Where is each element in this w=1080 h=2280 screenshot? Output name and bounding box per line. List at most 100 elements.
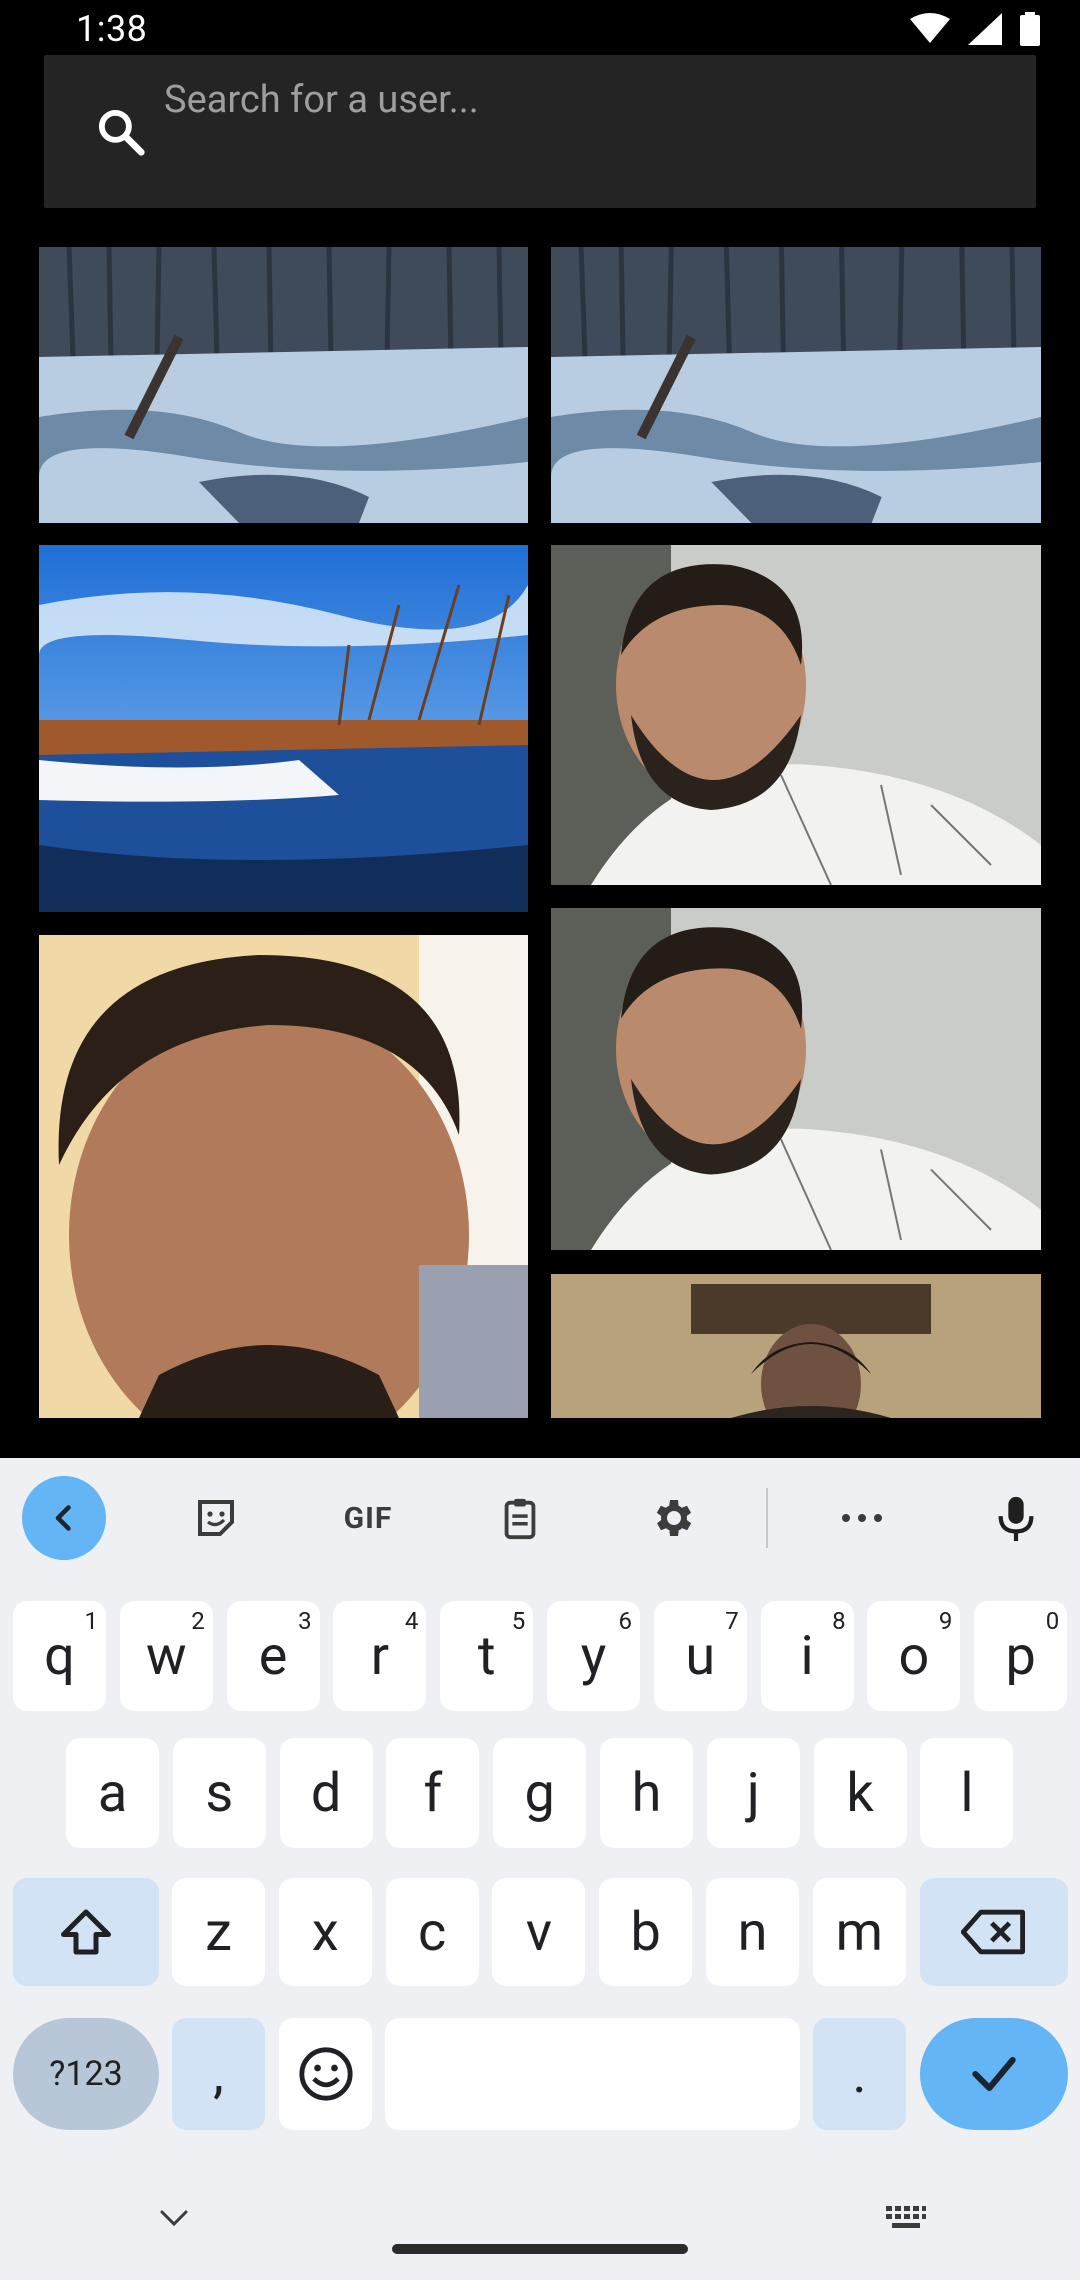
period-key[interactable]: .	[813, 2018, 906, 2130]
key-hint: 5	[511, 1607, 526, 1635]
home-indicator[interactable]	[392, 2244, 688, 2254]
winter-forest-image	[39, 247, 528, 523]
winter-forest-image	[551, 247, 1041, 523]
key-i[interactable]: i8	[760, 1601, 854, 1711]
shift-key[interactable]	[13, 1878, 159, 1986]
key-hint: 2	[191, 1607, 205, 1635]
image-tile-portrait-white-shirt-2[interactable]	[551, 908, 1041, 1250]
key-label: d	[310, 1761, 342, 1825]
key-e[interactable]: e3	[226, 1601, 320, 1711]
chevron-down-icon[interactable]	[156, 2206, 192, 2230]
battery-icon	[1020, 12, 1040, 46]
status-time: 1:38	[76, 8, 148, 50]
key-label: m	[835, 1900, 883, 1964]
shift-icon	[61, 1909, 111, 1955]
voice-input-button[interactable]	[974, 1476, 1058, 1560]
key-label: j	[746, 1761, 760, 1825]
key-hint: 8	[832, 1607, 846, 1635]
key-label: r	[370, 1624, 390, 1688]
symbols-key[interactable]: ?123	[13, 2018, 159, 2130]
key-j[interactable]: j	[706, 1738, 800, 1848]
key-a[interactable]: a	[66, 1738, 159, 1848]
keyboard: GIF ?123 , . q1w2e3r4t5y6u7i8o9p0asdfghj…	[0, 1458, 1080, 2280]
image-tile-portrait-closeup[interactable]	[39, 935, 528, 1418]
emoji-key[interactable]	[279, 2018, 372, 2130]
image-tile-winter-forest-2[interactable]	[551, 247, 1041, 523]
backspace-key[interactable]	[920, 1878, 1068, 1986]
key-label: a	[97, 1761, 128, 1825]
comma-key[interactable]: ,	[172, 2018, 265, 2130]
image-tile-river-landscape[interactable]	[39, 545, 528, 912]
signal-icon	[968, 13, 1002, 45]
key-label: v	[525, 1900, 552, 1964]
key-label: w	[146, 1624, 187, 1688]
key-hint: 6	[618, 1607, 633, 1635]
microphone-icon	[998, 1496, 1034, 1541]
emoji-icon	[298, 2047, 353, 2101]
key-label: q	[44, 1624, 75, 1688]
key-label: x	[311, 1900, 339, 1964]
search-input[interactable]: Search for a user...	[164, 78, 479, 122]
settings-button[interactable]	[630, 1476, 714, 1560]
key-r[interactable]: r4	[333, 1601, 427, 1711]
key-b[interactable]: b	[599, 1878, 693, 1986]
key-k[interactable]: k	[813, 1738, 907, 1848]
keyboard-switch-icon[interactable]	[884, 2204, 928, 2232]
key-label: u	[685, 1624, 716, 1688]
key-label: k	[846, 1761, 874, 1825]
key-c[interactable]: c	[385, 1878, 479, 1986]
key-label: b	[630, 1900, 661, 1964]
more-options-button[interactable]	[820, 1476, 904, 1560]
wifi-icon	[910, 13, 950, 43]
key-hint: 7	[725, 1607, 739, 1635]
key-x[interactable]: x	[278, 1878, 372, 1986]
key-o[interactable]: o9	[867, 1601, 961, 1711]
key-t[interactable]: t5	[440, 1601, 534, 1711]
key-p[interactable]: p0	[974, 1601, 1068, 1711]
image-tile-portrait-white-shirt-1[interactable]	[551, 545, 1041, 885]
key-s[interactable]: s	[172, 1738, 266, 1848]
keyboard-toolbar: GIF	[0, 1458, 1080, 1578]
clipboard-icon	[504, 1498, 536, 1540]
key-label: f	[423, 1761, 443, 1825]
key-u[interactable]: u7	[653, 1601, 747, 1711]
search-icon	[98, 109, 145, 156]
key-label: c	[417, 1900, 447, 1964]
key-g[interactable]: g	[493, 1738, 587, 1848]
image-tile-portrait-room[interactable]	[551, 1274, 1041, 1418]
key-label: o	[898, 1624, 930, 1688]
key-label: h	[631, 1761, 662, 1825]
key-q[interactable]: q1	[13, 1601, 106, 1711]
key-n[interactable]: n	[706, 1878, 799, 1986]
sticker-icon	[198, 1500, 234, 1536]
clipboard-button[interactable]	[478, 1476, 562, 1560]
river-landscape-image	[39, 545, 528, 912]
done-key[interactable]	[920, 2018, 1068, 2130]
image-tile-winter-forest-1[interactable]	[39, 247, 528, 523]
key-label: z	[205, 1900, 232, 1964]
key-label: p	[1005, 1624, 1036, 1688]
key-label: y	[580, 1624, 607, 1688]
key-v[interactable]: v	[492, 1878, 586, 1986]
gif-label: GIF	[343, 1500, 393, 1536]
key-w[interactable]: w2	[119, 1601, 213, 1711]
gear-icon	[656, 1500, 692, 1536]
key-z[interactable]: z	[172, 1878, 265, 1986]
gif-button[interactable]: GIF	[326, 1476, 410, 1560]
keyboard-collapse-toolbar-button[interactable]	[22, 1476, 106, 1560]
key-d[interactable]: d	[279, 1738, 373, 1848]
key-y[interactable]: y6	[547, 1601, 640, 1711]
sticker-button[interactable]	[174, 1476, 258, 1560]
more-horizontal-icon	[842, 1514, 882, 1522]
key-f[interactable]: f	[386, 1738, 480, 1848]
chevron-left-icon	[55, 1505, 71, 1531]
key-l[interactable]: l	[920, 1738, 1014, 1848]
key-h[interactable]: h	[600, 1738, 693, 1848]
key-label: g	[524, 1761, 555, 1825]
key-m[interactable]: m	[812, 1878, 906, 1986]
portrait-room-image	[551, 1274, 1041, 1418]
status-bar: 1:38	[0, 0, 1080, 60]
status-icons	[910, 12, 1040, 46]
portrait-image	[551, 908, 1041, 1250]
space-key[interactable]	[385, 2018, 800, 2130]
